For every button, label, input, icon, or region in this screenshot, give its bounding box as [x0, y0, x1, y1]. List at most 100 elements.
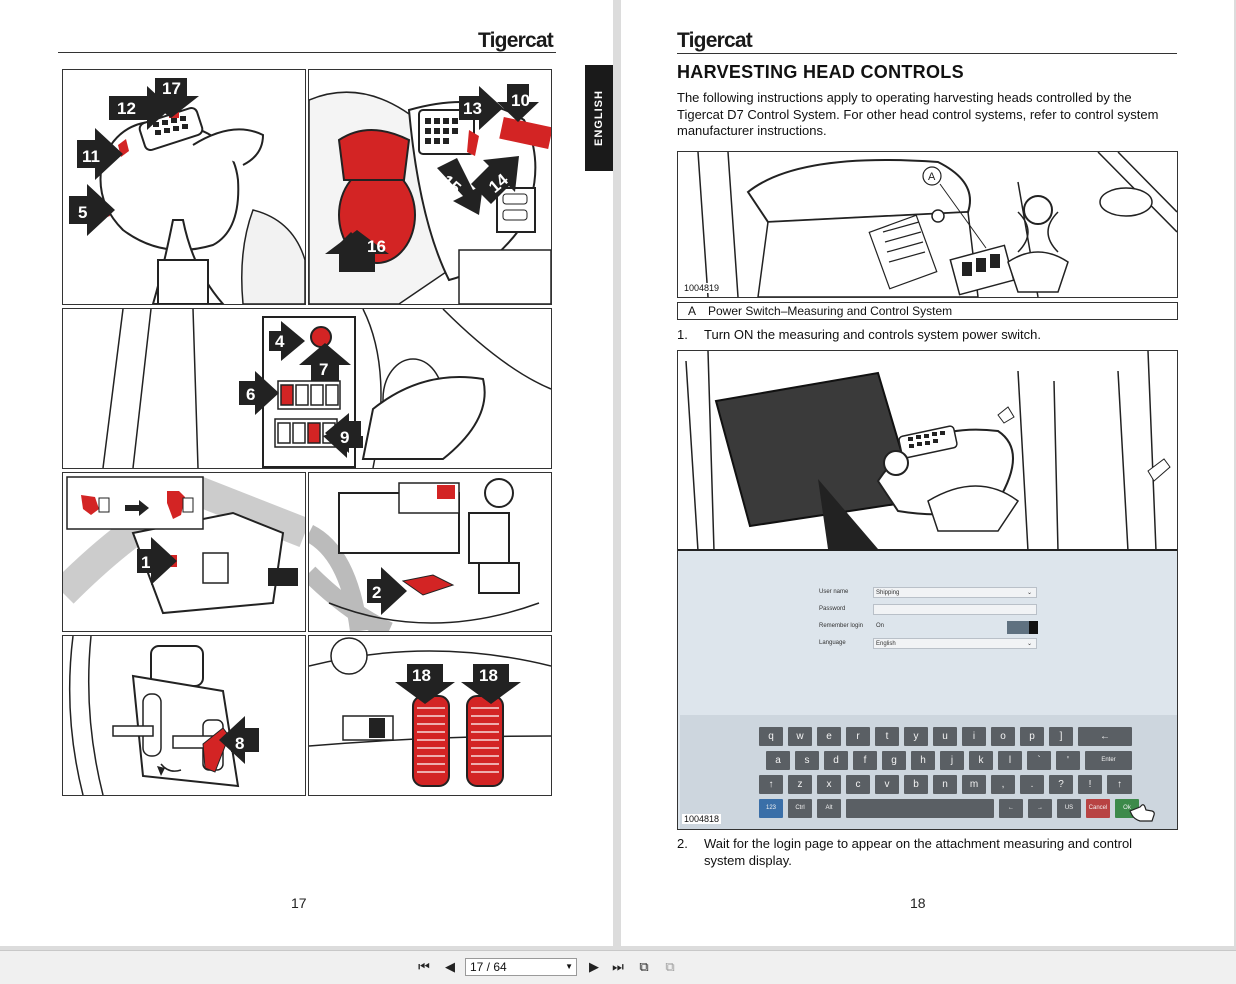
- display-cab-illustration: [685, 351, 1171, 552]
- key-q[interactable]: q: [759, 727, 783, 746]
- key-m[interactable]: m: [962, 775, 986, 794]
- key-layout-us[interactable]: US: [1057, 799, 1081, 818]
- key-u[interactable]: u: [933, 727, 957, 746]
- language-label: Language: [819, 640, 846, 646]
- step-2: 2. Wait for the login page to appear on …: [677, 836, 1133, 868]
- key-r[interactable]: r: [846, 727, 870, 746]
- key-t[interactable]: t: [875, 727, 899, 746]
- language-select[interactable]: English ⌄: [873, 638, 1037, 649]
- last-page-icon[interactable]: ⏭: [608, 957, 628, 977]
- header-rule-left: [58, 52, 556, 53]
- key-b[interactable]: b: [904, 775, 928, 794]
- pedal-right: [466, 695, 504, 787]
- step-1: 1. Turn ON the measuring and controls sy…: [677, 327, 1041, 342]
- key-enter[interactable]: Enter: [1085, 751, 1132, 770]
- page-number-input[interactable]: 17 / 64 ▼: [465, 958, 577, 976]
- key-e[interactable]: e: [817, 727, 841, 746]
- svg-text:11: 11: [82, 147, 100, 166]
- svg-text:9: 9: [340, 428, 349, 447]
- key-h[interactable]: h: [911, 751, 935, 770]
- key-x[interactable]: x: [817, 775, 841, 794]
- key-n[interactable]: n: [933, 775, 957, 794]
- key-j[interactable]: j: [940, 751, 964, 770]
- key-v[interactable]: v: [875, 775, 899, 794]
- figure1-callout-a: A: [928, 171, 936, 183]
- key-c[interactable]: c: [846, 775, 870, 794]
- password-label: Password: [819, 606, 846, 612]
- svg-text:12: 12: [117, 99, 136, 118]
- remember-login-label: Remember login: [819, 623, 864, 629]
- first-page-icon[interactable]: ⏮: [414, 957, 434, 977]
- battery-disconnect-illustration: 1: [63, 476, 305, 615]
- key-a[interactable]: a: [766, 751, 790, 770]
- figure-login-display: User name Shipping ⌄ Password Remember lo…: [677, 350, 1178, 830]
- key-d[interactable]: d: [824, 751, 848, 770]
- intro-paragraph: The following instructions apply to oper…: [677, 90, 1159, 138]
- section-title: HARVESTING HEAD CONTROLS: [677, 62, 964, 82]
- key-backspace[interactable]: ←: [1078, 727, 1132, 746]
- key-shift-left[interactable]: ↑: [759, 775, 783, 794]
- svg-text:10: 10: [511, 91, 530, 110]
- chevron-down-icon: ⌄: [1026, 641, 1032, 647]
- pedal-left: [412, 695, 450, 787]
- key-o[interactable]: o: [991, 727, 1015, 746]
- panel-joystick-right: 13 10 15 14 16: [308, 69, 552, 305]
- key-arrow-left[interactable]: ←: [999, 799, 1023, 818]
- key-k[interactable]: k: [969, 751, 993, 770]
- svg-text:6: 6: [246, 385, 255, 404]
- key-z[interactable]: z: [788, 775, 812, 794]
- key-question[interactable]: ?: [1049, 775, 1073, 794]
- username-select[interactable]: Shipping ⌄: [873, 587, 1037, 598]
- key-ctrl[interactable]: Ctrl: [788, 799, 812, 818]
- hand-pointer-icon: [1129, 804, 1155, 822]
- engine-valve-illustration: 2: [309, 478, 540, 631]
- svg-text:2: 2: [372, 583, 381, 602]
- panel-pedals: 18 18: [308, 635, 552, 796]
- svg-text:18: 18: [412, 666, 431, 685]
- key-exclaim[interactable]: !: [1078, 775, 1102, 794]
- cancel-button[interactable]: Cancel: [1086, 799, 1110, 818]
- key-space[interactable]: [846, 799, 994, 818]
- joystick-right-illustration: 13 10 15 14 16: [309, 84, 551, 304]
- figure1-id: 1004819: [682, 283, 722, 293]
- key-arrow-right[interactable]: →: [1028, 799, 1052, 818]
- panel-console-switches: 4 7 6 9: [62, 308, 552, 469]
- remember-login-toggle[interactable]: [1007, 621, 1038, 634]
- svg-text:8: 8: [235, 734, 244, 753]
- key-alt[interactable]: Alt: [817, 799, 841, 818]
- key-i[interactable]: i: [962, 727, 986, 746]
- key-quote[interactable]: ': [1056, 751, 1080, 770]
- chevron-down-icon: ▼: [565, 962, 573, 971]
- key-shift-right[interactable]: ↑: [1107, 775, 1132, 794]
- key-bracket[interactable]: ]: [1049, 727, 1073, 746]
- svg-text:4: 4: [275, 332, 285, 351]
- key-f[interactable]: f: [853, 751, 877, 770]
- key-comma[interactable]: ,: [991, 775, 1015, 794]
- key-p[interactable]: p: [1020, 727, 1044, 746]
- prev-view-icon[interactable]: ⧉: [634, 957, 654, 977]
- password-field[interactable]: [873, 604, 1037, 615]
- key-l[interactable]: l: [998, 751, 1022, 770]
- next-page-icon[interactable]: ▶: [584, 957, 604, 977]
- prev-page-icon[interactable]: ◀: [440, 957, 460, 977]
- key-w[interactable]: w: [788, 727, 812, 746]
- login-screen: User name Shipping ⌄ Password Remember lo…: [678, 549, 1177, 829]
- pedals-illustration: 18 18: [309, 637, 551, 787]
- key-s[interactable]: s: [795, 751, 819, 770]
- cab-console-illustration: A: [697, 152, 1177, 297]
- legend-key: A: [688, 304, 697, 318]
- on-screen-keyboard: q w e r t y u i o p ] ← a s d f g h j k: [680, 715, 1177, 829]
- language-tab: ENGLISH: [585, 65, 613, 171]
- legend-value: Power Switch–Measuring and Control Syste…: [708, 304, 953, 318]
- svg-text:5: 5: [78, 203, 87, 222]
- next-view-icon[interactable]: ⧉: [660, 957, 680, 977]
- svg-text:7: 7: [319, 360, 328, 379]
- console-switches-illustration: 4 7 6 9: [102, 309, 551, 468]
- callout-2: 2: [367, 567, 407, 615]
- key-g[interactable]: g: [882, 751, 906, 770]
- key-backtick[interactable]: `: [1027, 751, 1051, 770]
- key-y[interactable]: y: [904, 727, 928, 746]
- key-123[interactable]: 123: [759, 799, 783, 818]
- panel-engine-valve: 2: [308, 472, 552, 632]
- key-period[interactable]: .: [1020, 775, 1044, 794]
